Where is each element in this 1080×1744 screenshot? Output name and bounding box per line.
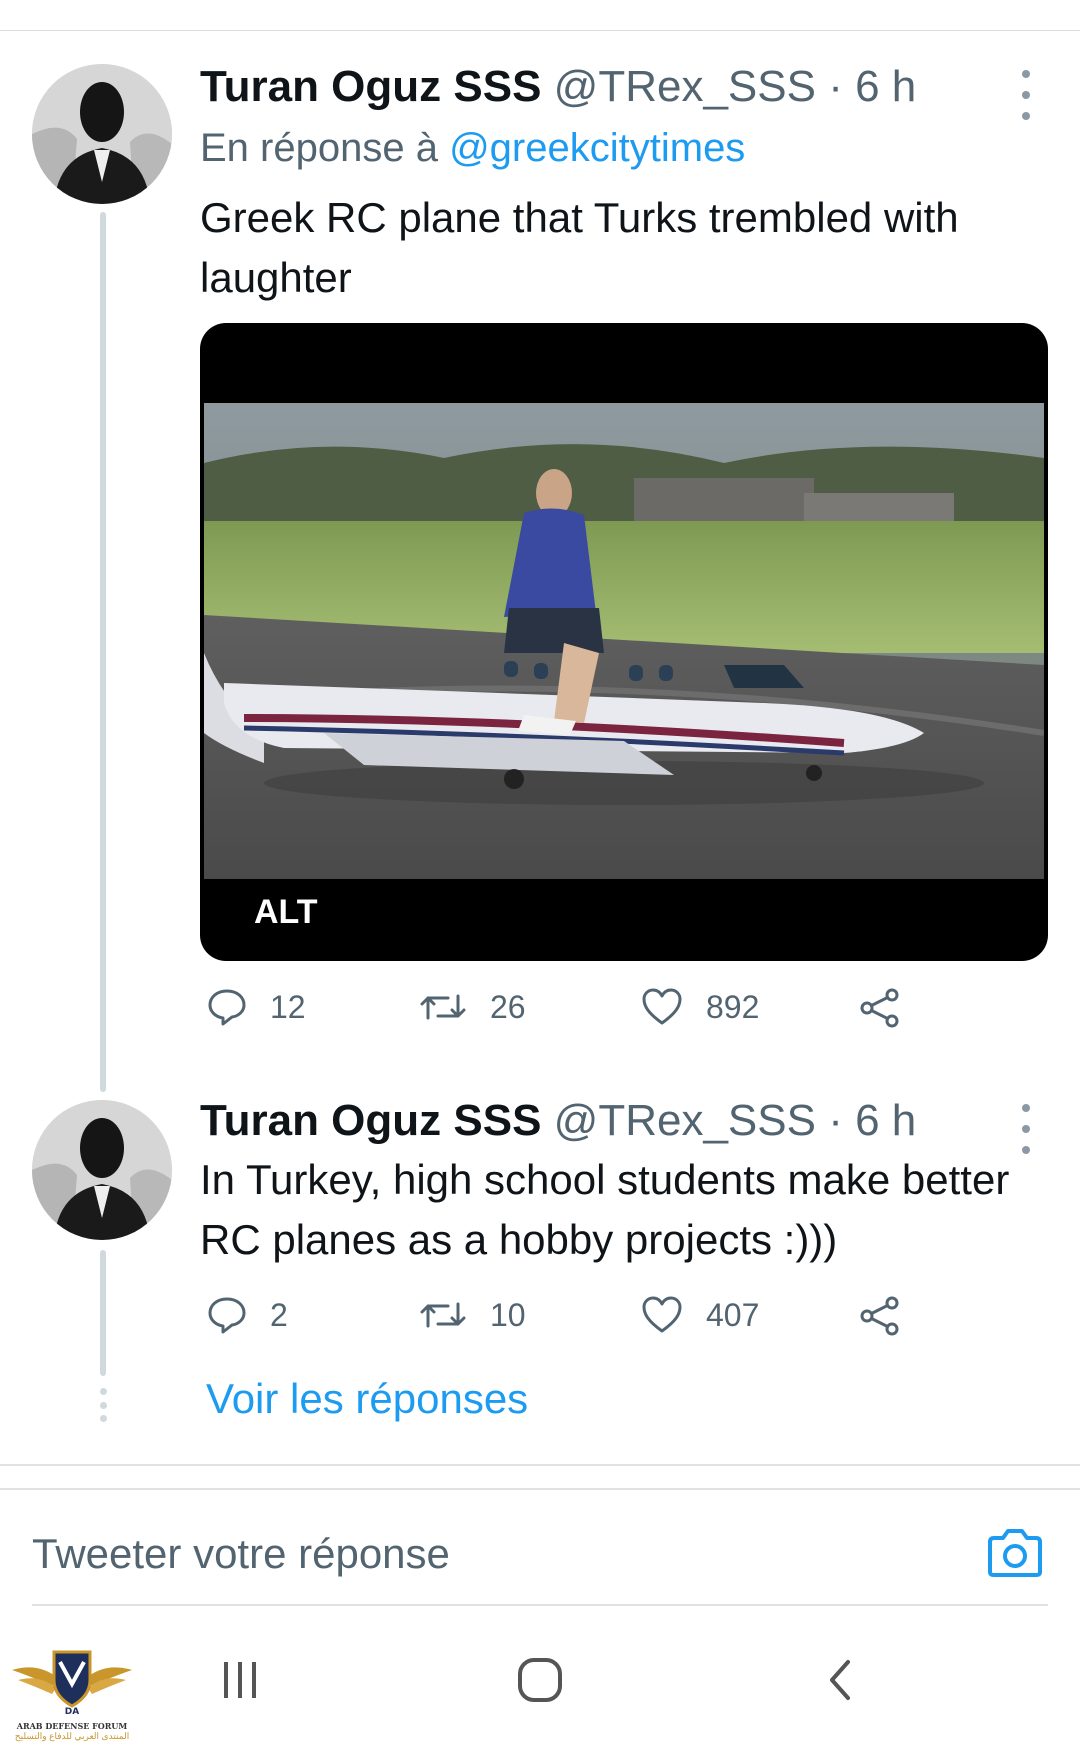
like-button[interactable]: 407 xyxy=(640,1294,759,1336)
author-name[interactable]: Turan Oguz SSS xyxy=(200,1096,541,1145)
heart-icon xyxy=(642,988,682,1025)
tweet-text: In Turkey, high school students make bet… xyxy=(200,1156,1010,1263)
thread-connector xyxy=(100,1250,106,1376)
more-options-icon[interactable] xyxy=(1016,1104,1036,1154)
retweet-icon xyxy=(420,994,466,1020)
author-handle[interactable]: @TRex_SSS xyxy=(554,62,816,111)
arab-defense-forum-logo: DA ARAB DEFENSE FORUM المنتدى العربي للد… xyxy=(8,1640,136,1744)
camera-icon[interactable] xyxy=(986,1528,1044,1578)
author-handle[interactable]: @TRex_SSS xyxy=(554,1096,816,1145)
divider xyxy=(0,1464,1080,1466)
avatar[interactable] xyxy=(32,1100,172,1240)
author-name[interactable]: Turan Oguz SSS xyxy=(200,62,541,111)
thread-connector xyxy=(100,212,106,1092)
show-replies-link[interactable]: Voir les réponses xyxy=(206,1375,528,1423)
profile-silhouette-icon xyxy=(32,64,172,204)
reply-button[interactable]: 12 xyxy=(206,986,306,1028)
reply-mention-link[interactable]: @greekcitytimes xyxy=(449,126,745,170)
retweet-count: 10 xyxy=(490,1296,526,1333)
top-divider xyxy=(0,30,1080,31)
reply-context: En réponse à @greekcitytimes xyxy=(200,126,745,171)
logo-subtitle: المنتدى العربي للدفاع والتسليح xyxy=(14,1731,130,1741)
tweet-header: Turan Oguz SSS @TRex_SSS · 6 h xyxy=(200,62,916,112)
media-image[interactable] xyxy=(204,403,1044,879)
retweet-count: 26 xyxy=(490,988,526,1025)
more-replies-dots xyxy=(98,1388,108,1422)
share-button[interactable] xyxy=(858,1294,902,1338)
reply-icon xyxy=(208,1297,246,1334)
logo-title: ARAB DEFENSE FORUM xyxy=(16,1721,128,1731)
reply-button[interactable]: 2 xyxy=(206,1294,288,1336)
tweet-timestamp[interactable]: 6 h xyxy=(855,1096,916,1145)
like-count: 407 xyxy=(706,1296,760,1333)
like-button[interactable]: 892 xyxy=(640,986,759,1028)
share-button[interactable] xyxy=(858,986,902,1030)
like-count: 892 xyxy=(706,988,760,1025)
home-icon[interactable] xyxy=(500,1650,580,1710)
logo-monogram: DA xyxy=(65,1707,79,1716)
reply-compose-input[interactable]: Tweeter votre réponse xyxy=(32,1530,450,1578)
tweet-timestamp[interactable]: 6 h xyxy=(855,62,916,111)
eagle-shield-icon: DA xyxy=(12,1650,132,1717)
share-icon xyxy=(860,1296,899,1336)
reply-prefix: En réponse à xyxy=(200,126,438,170)
profile-silhouette-icon xyxy=(32,1100,172,1240)
divider xyxy=(0,1488,1080,1490)
back-icon[interactable] xyxy=(800,1650,880,1710)
header-separator: · xyxy=(828,62,843,111)
compose-underline xyxy=(32,1604,1048,1606)
tweet-text: Greek RC plane that Turks trembled with … xyxy=(200,194,959,301)
rc-plane-photo xyxy=(204,403,1044,879)
reply-count: 12 xyxy=(270,988,306,1025)
retweet-button[interactable]: 10 xyxy=(418,1294,526,1336)
recent-apps-icon[interactable] xyxy=(200,1650,280,1710)
more-options-icon[interactable] xyxy=(1016,70,1036,120)
tweet-header: Turan Oguz SSS @TRex_SSS · 6 h xyxy=(200,1096,916,1146)
heart-icon xyxy=(642,1296,682,1333)
avatar[interactable] xyxy=(32,64,172,204)
share-icon xyxy=(860,988,899,1028)
retweet-button[interactable]: 26 xyxy=(418,986,526,1028)
reply-count: 2 xyxy=(270,1296,288,1333)
reply-icon xyxy=(208,989,246,1026)
retweet-icon xyxy=(420,1302,466,1328)
alt-badge[interactable]: ALT xyxy=(254,893,318,932)
header-separator: · xyxy=(828,1096,843,1145)
